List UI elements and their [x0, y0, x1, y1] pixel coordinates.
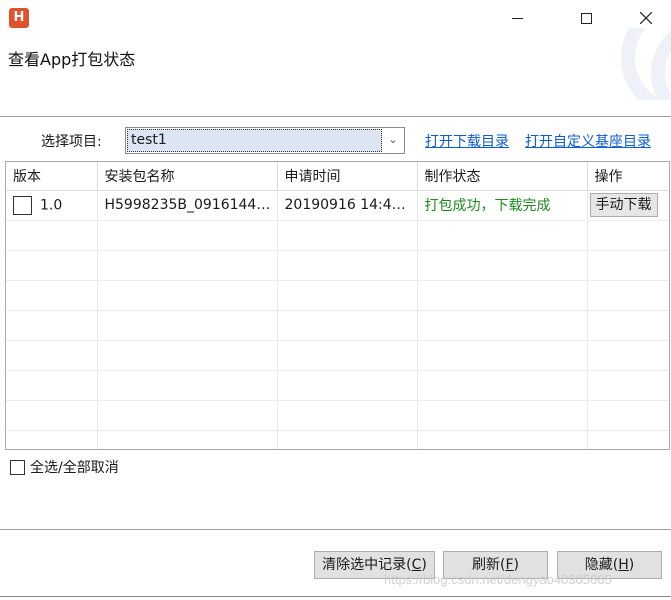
empty-row — [6, 280, 669, 311]
column-header-version: 版本 — [6, 162, 98, 191]
version-value: 1.0 — [40, 197, 63, 213]
table-row[interactable]: 1.0 H5998235B_0916144… 20190916 14:4… 打包… — [6, 190, 669, 221]
maximize-icon — [580, 12, 592, 24]
empty-row — [6, 430, 669, 449]
column-header-status: 制作状态 — [417, 162, 588, 191]
empty-row — [6, 370, 669, 401]
footer-divider — [0, 529, 671, 530]
table-header-row: 版本 安装包名称 申请时间 制作状态 操作 — [6, 162, 669, 191]
package-status-table: 版本 安装包名称 申请时间 制作状态 操作 1.0 H5998235B_0916… — [5, 161, 670, 450]
column-header-package-name: 安装包名称 — [97, 162, 278, 191]
project-select[interactable]: test1 ⌄ — [125, 127, 405, 154]
close-icon — [640, 12, 652, 24]
row-checkbox[interactable] — [13, 195, 32, 215]
status-cell: 打包成功，下载完成 — [417, 190, 588, 221]
empty-row — [6, 220, 669, 251]
title-bar: H — [0, 0, 671, 36]
empty-row — [6, 400, 669, 431]
minimize-icon — [511, 17, 523, 19]
open-download-dir-link[interactable]: 打开下载目录 — [425, 131, 509, 151]
header-divider — [0, 116, 671, 117]
column-header-action: 操作 — [587, 162, 669, 191]
manual-download-button[interactable]: 手动下载 — [589, 193, 658, 217]
select-all-toggle[interactable]: 全选/全部取消 — [10, 457, 119, 477]
select-all-checkbox[interactable] — [10, 459, 25, 475]
package-name-cell: H5998235B_0916144… — [97, 190, 278, 221]
open-custom-base-dir-link[interactable]: 打开自定义基座目录 — [525, 131, 651, 151]
project-select-value: test1 — [127, 129, 382, 152]
version-cell: 1.0 — [6, 190, 98, 221]
request-time-cell: 20190916 14:4… — [277, 190, 418, 221]
watermark-text: https://blog.csdn.net/dengyao40305665 — [384, 572, 612, 587]
select-all-label: 全选/全部取消 — [30, 460, 119, 476]
window-bottom-edge — [0, 596, 671, 600]
chevron-down-icon[interactable]: ⌄ — [386, 133, 400, 147]
header-decoration — [581, 28, 671, 100]
hbuilder-app-icon: H — [9, 8, 29, 28]
minimize-button[interactable] — [494, 0, 540, 36]
empty-row — [6, 310, 669, 341]
column-header-request-time: 申请时间 — [277, 162, 418, 191]
project-label: 选择项目: — [41, 134, 102, 150]
empty-row — [6, 340, 669, 371]
dialog-title: 查看App打包状态 — [8, 50, 136, 69]
empty-row — [6, 250, 669, 281]
action-cell: 手动下载 — [587, 190, 669, 221]
